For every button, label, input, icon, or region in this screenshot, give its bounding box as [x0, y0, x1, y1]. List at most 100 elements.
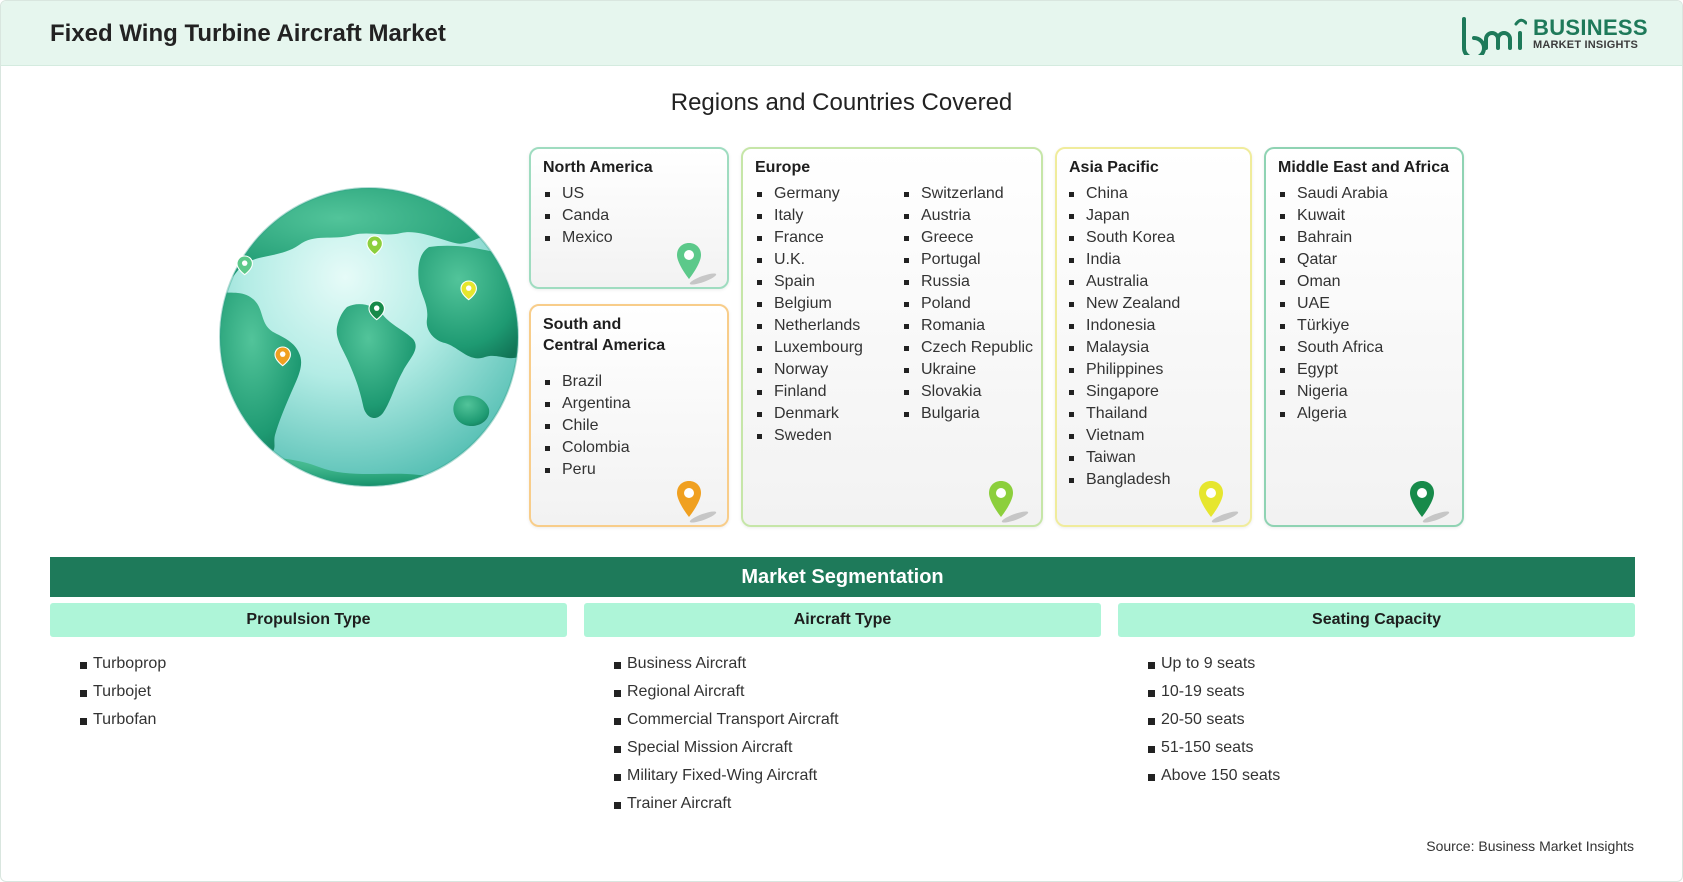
region-title: South and Central America: [543, 314, 665, 356]
list-item: Canda: [545, 205, 613, 227]
list-item: Russia: [904, 271, 1033, 293]
segment-heading-seating-capacity: Seating Capacity: [1118, 603, 1635, 637]
list-item: Slovakia: [904, 381, 1033, 403]
list-item: Poland: [904, 293, 1033, 315]
region-title: Asia Pacific: [1069, 159, 1159, 176]
region-title: Middle East and Africa: [1278, 159, 1449, 176]
map-pin-icon: [1410, 481, 1450, 523]
list-item: Malaysia: [1069, 337, 1180, 359]
country-list: Brazil Argentina Chile Colombia Peru: [545, 371, 631, 481]
list-item: Nigeria: [1280, 381, 1388, 403]
map-pin-icon: [677, 481, 717, 523]
region-card-europe: Europe Germany Italy France U.K. Spain B…: [741, 147, 1043, 527]
country-list-col2: Switzerland Austria Greece Portugal Russ…: [904, 183, 1033, 425]
page-title: Fixed Wing Turbine Aircraft Market: [50, 20, 446, 47]
list-item: Commercial Transport Aircraft: [614, 706, 839, 734]
list-item: 51-150 seats: [1148, 734, 1280, 762]
regions-section-title: Regions and Countries Covered: [670, 89, 1013, 116]
list-item: Finland: [757, 381, 863, 403]
segment-list-aircraft-type: Business Aircraft Regional Aircraft Comm…: [614, 650, 839, 818]
list-item: Peru: [545, 459, 631, 481]
list-item: Kuwait: [1280, 205, 1388, 227]
map-pin-icon: [677, 243, 717, 285]
list-item: Romania: [904, 315, 1033, 337]
map-pin-icon: [989, 481, 1029, 523]
list-item: Italy: [757, 205, 863, 227]
list-item: UAE: [1280, 293, 1388, 315]
list-item: Up to 9 seats: [1148, 650, 1280, 678]
list-item: Qatar: [1280, 249, 1388, 271]
list-item: Chile: [545, 415, 631, 437]
list-item: Special Mission Aircraft: [614, 734, 839, 762]
list-item: Argentina: [545, 393, 631, 415]
list-item: Norway: [757, 359, 863, 381]
logo-tagline: MARKET INSIGHTS: [1533, 39, 1639, 51]
list-item: Czech Republic: [904, 337, 1033, 359]
list-item: Singapore: [1069, 381, 1180, 403]
source-note: Source: Business Market Insights: [1426, 838, 1634, 854]
segment-heading-aircraft-type: Aircraft Type: [584, 603, 1101, 637]
list-item: Business Aircraft: [614, 650, 839, 678]
map-pin-icon: [1199, 481, 1239, 523]
list-item: 20-50 seats: [1148, 706, 1280, 734]
list-item: South Africa: [1280, 337, 1388, 359]
list-item: Bahrain: [1280, 227, 1388, 249]
list-item: Regional Aircraft: [614, 678, 839, 706]
list-item: Spain: [757, 271, 863, 293]
list-item: India: [1069, 249, 1180, 271]
list-item: Ukraine: [904, 359, 1033, 381]
list-item: Switzerland: [904, 183, 1033, 205]
country-list: China Japan South Korea India Australia …: [1069, 183, 1180, 491]
list-item: China: [1069, 183, 1180, 205]
region-card-middle-east-africa: Middle East and Africa Saudi Arabia Kuwa…: [1264, 147, 1464, 527]
list-item: Saudi Arabia: [1280, 183, 1388, 205]
list-item: Thailand: [1069, 403, 1180, 425]
region-card-south-central-america: South and Central America Brazil Argentin…: [529, 304, 729, 527]
list-item: Luxembourg: [757, 337, 863, 359]
logo-wordmark: BUSINESS: [1533, 15, 1648, 40]
list-item: Oman: [1280, 271, 1388, 293]
list-item: Colombia: [545, 437, 631, 459]
list-item: Mexico: [545, 227, 613, 249]
brand-logo: BUSINESS MARKET INSIGHTS: [1461, 15, 1648, 55]
list-item: Belgium: [757, 293, 863, 315]
list-item: Japan: [1069, 205, 1180, 227]
list-item: Türkiye: [1280, 315, 1388, 337]
globe-illustration: [219, 187, 519, 487]
list-item: Military Fixed-Wing Aircraft: [614, 762, 839, 790]
region-card-north-america: North America US Canda Mexico: [529, 147, 729, 289]
list-item: Taiwan: [1069, 447, 1180, 469]
list-item: Turbojet: [80, 678, 166, 706]
segment-heading-propulsion-type: Propulsion Type: [50, 603, 567, 637]
infographic-frame: Fixed Wing Turbine Aircraft Market BUSIN…: [0, 0, 1683, 882]
list-item: Bulgaria: [904, 403, 1033, 425]
list-item: Trainer Aircraft: [614, 790, 839, 818]
list-item: US: [545, 183, 613, 205]
header-bar: Fixed Wing Turbine Aircraft Market BUSIN…: [1, 1, 1682, 66]
list-item: France: [757, 227, 863, 249]
region-title-line: Central America: [543, 337, 666, 354]
list-item: Bangladesh: [1069, 469, 1180, 491]
country-list: Saudi Arabia Kuwait Bahrain Qatar Oman U…: [1280, 183, 1388, 425]
list-item: Algeria: [1280, 403, 1388, 425]
list-item: Greece: [904, 227, 1033, 249]
country-list: US Canda Mexico: [545, 183, 613, 249]
market-segmentation-banner: Market Segmentation: [50, 557, 1635, 597]
list-item: New Zealand: [1069, 293, 1180, 315]
list-item: Netherlands: [757, 315, 863, 337]
list-item: U.K.: [757, 249, 863, 271]
list-item: South Korea: [1069, 227, 1180, 249]
list-item: Vietnam: [1069, 425, 1180, 447]
list-item: Above 150 seats: [1148, 762, 1280, 790]
list-item: Egypt: [1280, 359, 1388, 381]
segment-list-seating-capacity: Up to 9 seats 10-19 seats 20-50 seats 51…: [1148, 650, 1280, 790]
list-item: Philippines: [1069, 359, 1180, 381]
list-item: Brazil: [545, 371, 631, 393]
list-item: Germany: [757, 183, 863, 205]
list-item: Portugal: [904, 249, 1033, 271]
region-title: Europe: [755, 159, 811, 176]
segment-list-propulsion-type: Turboprop Turbojet Turbofan: [80, 650, 166, 734]
list-item: Australia: [1069, 271, 1180, 293]
region-title: North America: [543, 159, 653, 176]
country-list-col1: Germany Italy France U.K. Spain Belgium …: [757, 183, 863, 447]
